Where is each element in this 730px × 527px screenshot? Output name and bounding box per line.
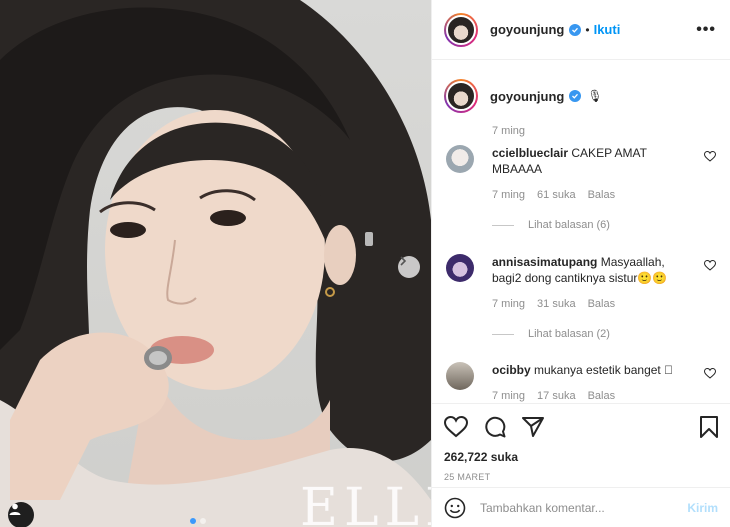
comment-item: ccielblueclair CAKEP AMAT MBAAAA 7 ming … [446, 145, 717, 201]
view-replies-link[interactable]: Lihat balasan (6) [492, 219, 610, 231]
reply-button[interactable]: Balas [588, 189, 616, 201]
comment-item: annisasimatupang Masyaallah, bagi2 dong … [446, 254, 717, 310]
caption-text: 🎙 [587, 89, 603, 103]
caption-timestamp[interactable]: 7 ming [492, 125, 603, 137]
carousel-dot-active [190, 518, 196, 524]
reply-button[interactable]: Balas [588, 298, 616, 310]
comment-text: mukanya estetik banget 🏻 [534, 363, 674, 377]
comment-time[interactable]: 7 ming [492, 189, 525, 201]
separator-dot: • [585, 22, 590, 37]
like-comment-heart-icon[interactable] [703, 366, 717, 384]
reply-button[interactable]: Balas [588, 390, 616, 402]
view-replies-label: Lihat balasan (6) [528, 219, 610, 231]
post-sidebar: goyounjung • Ikuti ••• goyounjung 🎙 7 mi… [431, 0, 730, 527]
comment-composer: Kirim [432, 487, 730, 527]
caption-username[interactable]: goyounjung [490, 89, 564, 104]
post-photo[interactable]: ELLE [0, 0, 431, 527]
comment-input[interactable] [480, 500, 670, 515]
like-comment-heart-icon[interactable] [703, 258, 717, 276]
photo-illustration [0, 0, 431, 527]
comment-item: ocibby mukanya estetik banget 🏻 7 ming 1… [446, 362, 717, 402]
commenter-username[interactable]: ccielblueclair [492, 146, 568, 160]
tagged-users-button[interactable] [8, 502, 34, 527]
carousel-dot [200, 518, 206, 524]
share-paper-plane-icon[interactable] [522, 417, 544, 437]
comment-time[interactable]: 7 ming [492, 390, 525, 402]
comment-likes[interactable]: 31 suka [537, 298, 576, 310]
like-heart-icon[interactable] [444, 416, 468, 438]
caption-avatar[interactable] [444, 79, 478, 113]
chevron-right-icon [400, 256, 407, 266]
more-options-icon[interactable]: ••• [696, 21, 716, 39]
carousel-indicators [190, 518, 206, 524]
post-caption: goyounjung 🎙 7 ming [444, 79, 603, 137]
comment-time[interactable]: 7 ming [492, 298, 525, 310]
comments-list[interactable]: goyounjung 🎙 7 ming ccielblueclair CAKEP… [432, 61, 730, 403]
commenter-username[interactable]: annisasimatupang [492, 255, 597, 269]
post-actions: 262,722 suka 25 MARET [432, 403, 730, 482]
verified-badge-icon [569, 23, 582, 36]
author-username[interactable]: goyounjung [490, 22, 564, 37]
send-comment-button[interactable]: Kirim [687, 501, 718, 515]
comment-likes[interactable]: 61 suka [537, 189, 576, 201]
commenter-avatar[interactable] [446, 362, 474, 390]
follow-button[interactable]: Ikuti [594, 22, 621, 37]
post-date[interactable]: 25 MARET [444, 472, 718, 482]
post-header: goyounjung • Ikuti ••• [432, 0, 730, 60]
like-count[interactable]: 262,722 suka [444, 450, 718, 464]
verified-badge-icon [569, 90, 582, 102]
magazine-watermark: ELLE [300, 478, 431, 527]
person-icon [9, 503, 21, 515]
view-replies-label: Lihat balasan (2) [528, 328, 610, 340]
commenter-avatar[interactable] [446, 254, 474, 282]
commenter-avatar[interactable] [446, 145, 474, 173]
comment-bubble-icon[interactable] [484, 416, 506, 438]
next-photo-button[interactable] [398, 256, 420, 278]
commenter-username[interactable]: ocibby [492, 363, 531, 377]
emoji-smiley-icon[interactable] [444, 497, 466, 519]
comment-likes[interactable]: 17 suka [537, 390, 576, 402]
save-bookmark-icon[interactable] [700, 416, 718, 438]
author-avatar[interactable] [444, 12, 478, 47]
view-replies-link[interactable]: Lihat balasan (2) [492, 328, 610, 340]
like-comment-heart-icon[interactable] [703, 149, 717, 167]
